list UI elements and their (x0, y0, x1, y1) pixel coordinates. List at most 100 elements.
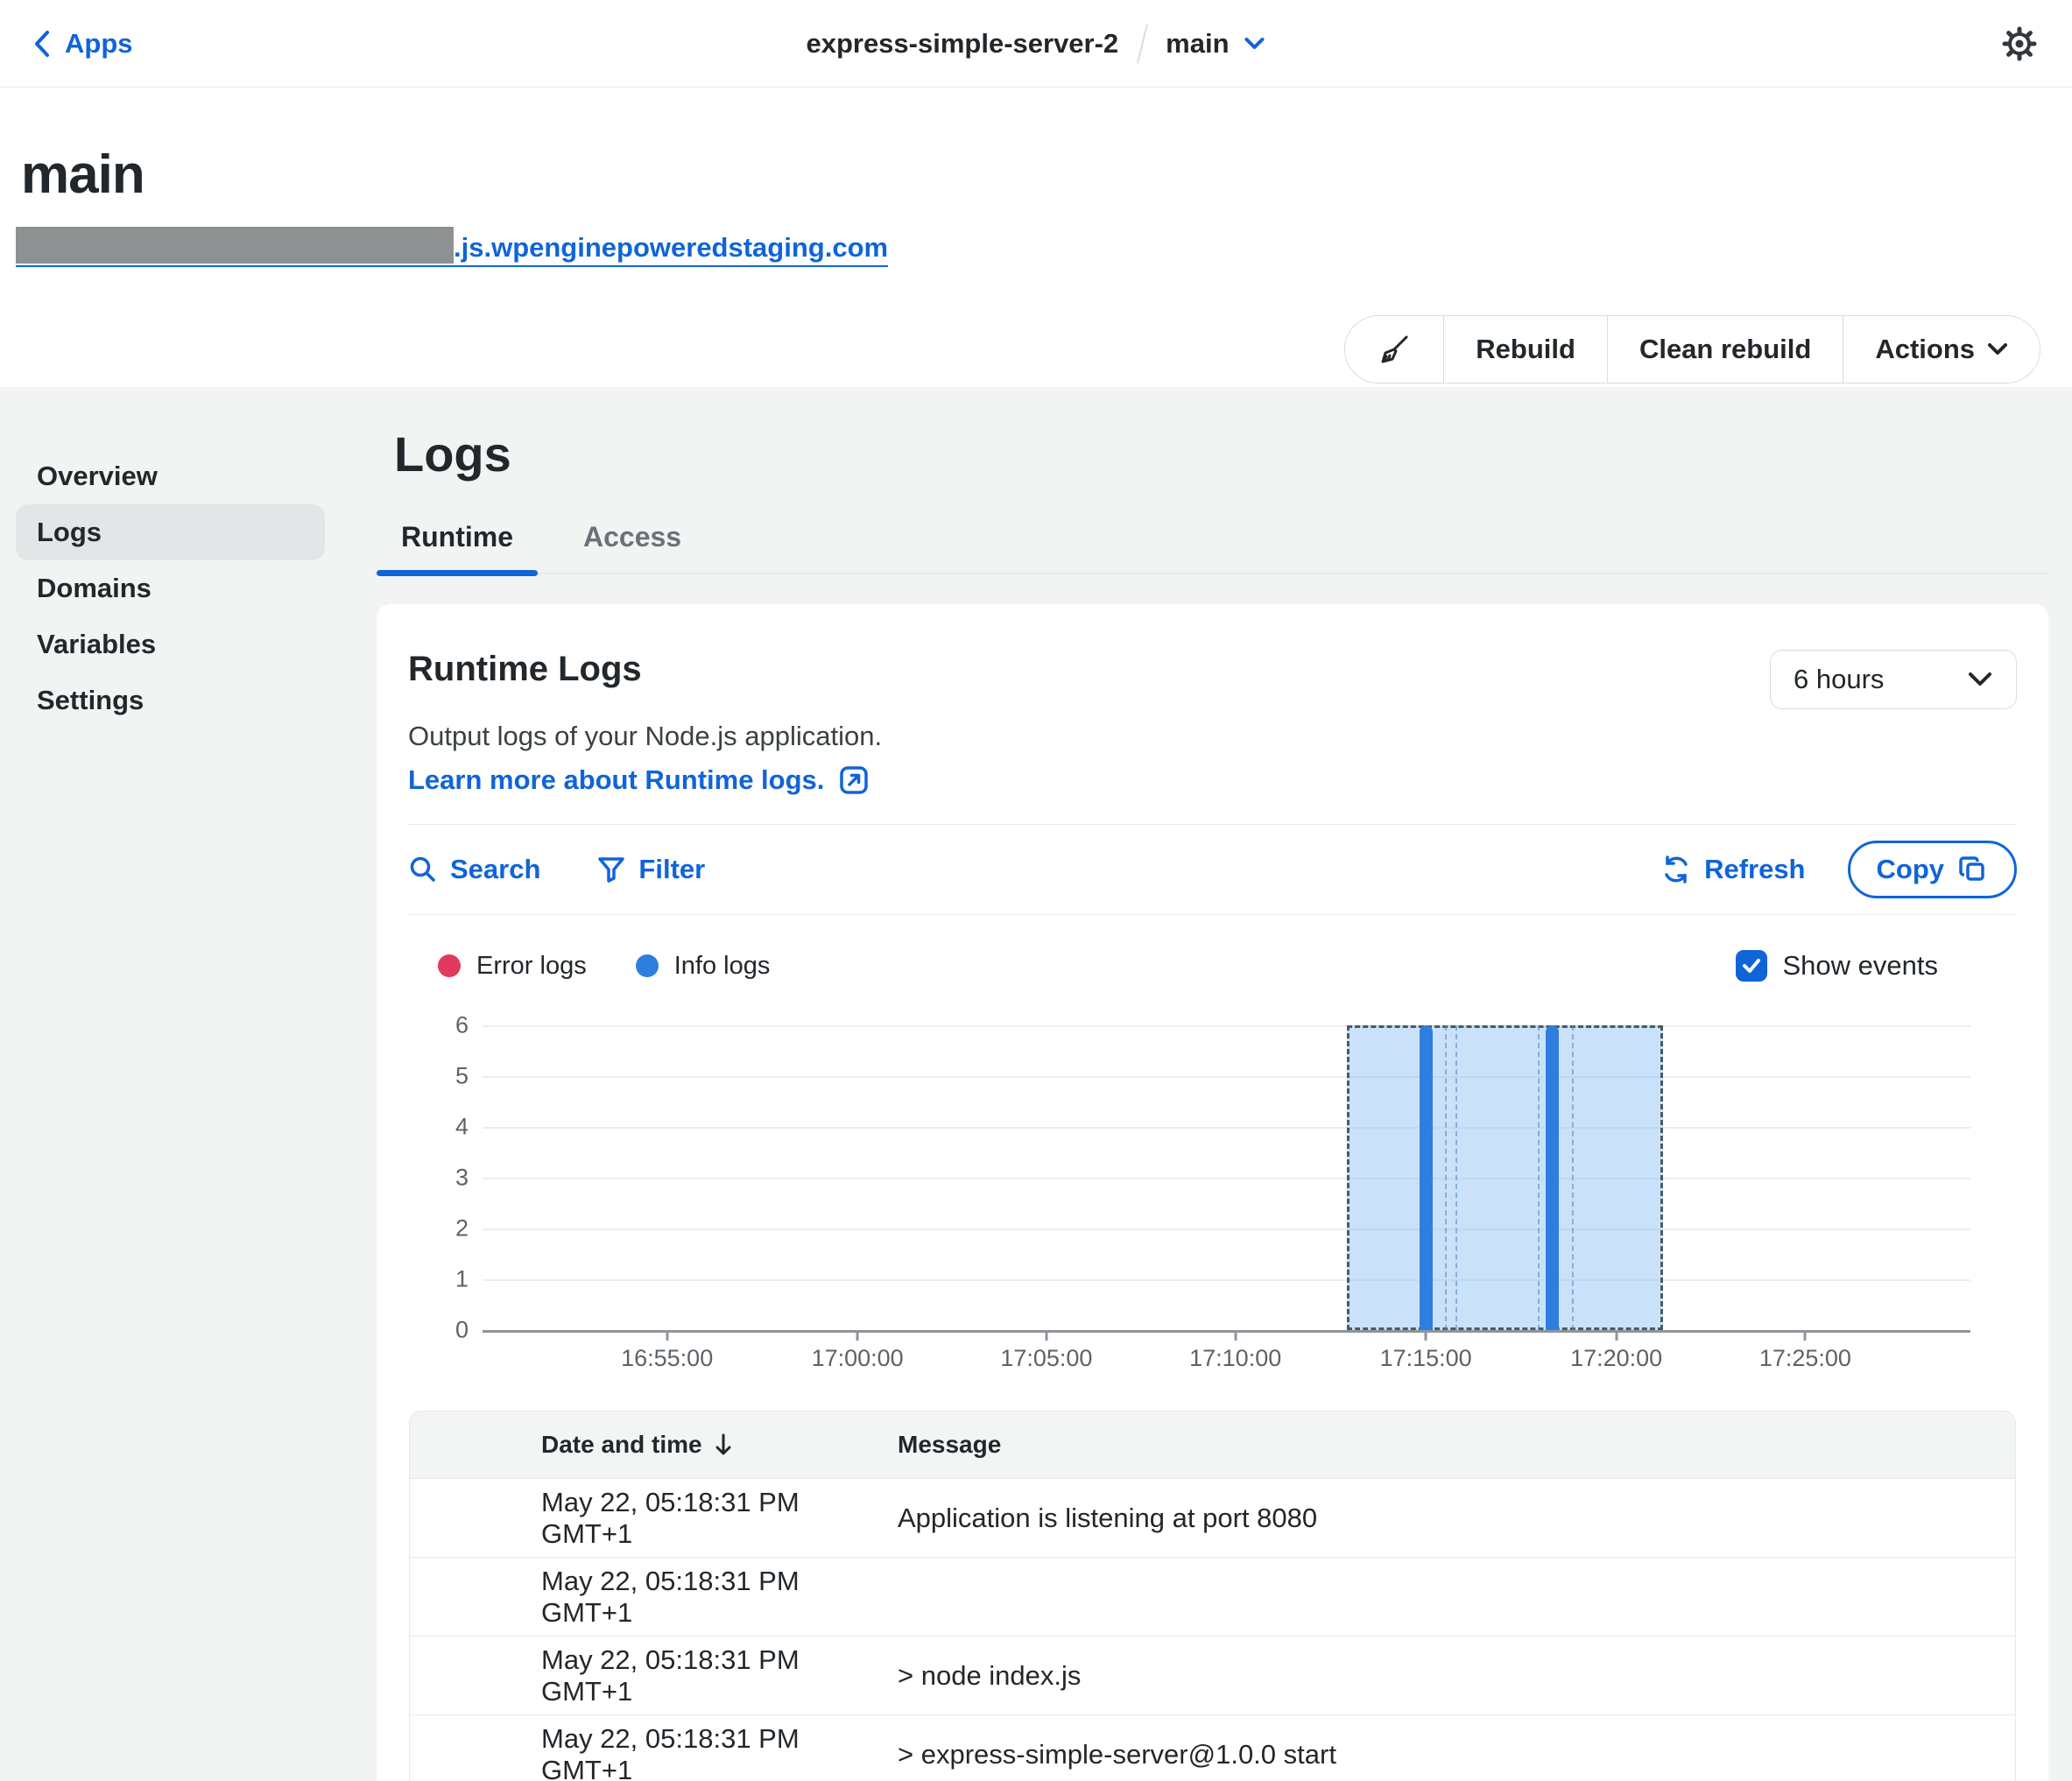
sidebar-item-domains[interactable]: Domains (16, 560, 325, 616)
table-body: May 22, 05:18:31 PM GMT+1Application is … (410, 1478, 2015, 1781)
y-axis-label: 5 (398, 1063, 469, 1090)
rebuild-label: Rebuild (1476, 334, 1575, 365)
legend-item-info-logs: Info logs (636, 952, 771, 981)
chevron-down-icon (1987, 342, 2008, 356)
x-axis-label: 17:00:00 (812, 1345, 904, 1372)
time-range-value: 6 hours (1794, 664, 1884, 695)
log-datetime-cell: May 22, 05:18:31 PM GMT+1 (410, 1566, 898, 1629)
legend-item-error-logs: Error logs (438, 952, 587, 981)
gridline (483, 1076, 1970, 1078)
search-button[interactable]: Search (408, 854, 540, 885)
sort-desc-icon (713, 1433, 734, 1457)
sidebar-item-overview[interactable]: Overview (16, 448, 325, 504)
event-boundary-line (1445, 1025, 1447, 1330)
sweep-button[interactable] (1345, 316, 1443, 383)
table-row: May 22, 05:18:31 PM GMT+1Application is … (410, 1478, 2015, 1557)
log-message-cell: > node index.js (898, 1660, 2015, 1692)
settings-gear-button[interactable] (1998, 23, 2040, 65)
tab-access[interactable]: Access (559, 521, 706, 573)
external-link-icon (838, 764, 870, 796)
gridline (483, 1127, 1970, 1129)
log-datetime-cell: May 22, 05:18:31 PM GMT+1 (410, 1487, 898, 1550)
chart-legend: Error logs Info logs Show events (377, 950, 2048, 982)
back-label: Apps (65, 28, 133, 60)
back-to-apps-link[interactable]: Apps (32, 28, 133, 60)
search-icon (408, 855, 438, 884)
actions-dropdown-button[interactable]: Actions (1843, 316, 2040, 383)
x-axis-tick (1234, 1330, 1237, 1341)
header-actions-group: Rebuild Clean rebuild Actions (1344, 315, 2040, 384)
logs-table: Date and time Message May 22, 05:18:31 P… (409, 1411, 2016, 1781)
logs-heading: Logs (394, 426, 2048, 482)
card-title: Runtime Logs (408, 650, 882, 689)
runtime-logs-chart: 654321016:55:0017:00:0017:05:0017:10:001… (377, 1025, 2048, 1388)
runtime-logs-card: Runtime Logs Output logs of your Node.js… (377, 604, 2048, 1781)
sidebar-item-variables[interactable]: Variables (16, 616, 325, 672)
breadcrumb: express-simple-server-2 main (806, 0, 1265, 87)
content-area: Logs Runtime Access Runtime Logs Output … (377, 387, 2048, 1781)
refresh-icon (1660, 854, 1692, 885)
x-axis-label: 17:05:00 (1000, 1345, 1092, 1372)
log-volume-bar (1420, 1025, 1433, 1330)
table-row: May 22, 05:18:31 PM GMT+1> node index.js (410, 1636, 2015, 1714)
y-axis-label: 0 (398, 1317, 469, 1344)
log-message-cell: Application is listening at port 8080 (898, 1503, 2015, 1534)
x-axis-label: 16:55:00 (621, 1345, 713, 1372)
breadcrumb-divider (1137, 24, 1148, 63)
x-axis-label: 17:10:00 (1189, 1345, 1281, 1372)
show-events-toggle[interactable]: Show events (1736, 950, 1939, 982)
copy-button[interactable]: Copy (1848, 841, 2018, 898)
breadcrumb-app-name: express-simple-server-2 (806, 28, 1118, 60)
filter-button[interactable]: Filter (596, 854, 705, 885)
sidebar-item-settings[interactable]: Settings (16, 672, 325, 729)
rebuild-button[interactable]: Rebuild (1443, 316, 1607, 383)
log-datetime-cell: May 22, 05:18:31 PM GMT+1 (410, 1644, 898, 1707)
event-boundary-line (1572, 1025, 1574, 1330)
x-axis-label: 17:15:00 (1380, 1345, 1472, 1372)
divider (408, 914, 2017, 915)
y-axis-label: 4 (398, 1114, 469, 1141)
x-axis-tick (1804, 1330, 1807, 1341)
y-axis-label: 1 (398, 1266, 469, 1293)
actions-label: Actions (1875, 334, 1975, 365)
log-message-cell: > express-simple-server@1.0.0 start (898, 1739, 2015, 1770)
x-axis-label: 17:25:00 (1759, 1345, 1851, 1372)
branch-selector[interactable]: main (1166, 28, 1265, 60)
log-datetime-cell: May 22, 05:18:31 PM GMT+1 (410, 1723, 898, 1781)
sidebar: Overview Logs Domains Variables Settings (0, 387, 368, 729)
log-volume-bar (1546, 1025, 1559, 1330)
chevron-down-icon (1244, 36, 1266, 52)
column-header-message: Message (898, 1431, 2015, 1459)
gridline (483, 1178, 1970, 1179)
tab-runtime[interactable]: Runtime (377, 521, 538, 573)
x-axis-label: 17:20:00 (1570, 1345, 1662, 1372)
event-boundary-line (1455, 1025, 1457, 1330)
gridline (483, 1025, 1970, 1027)
gridline (483, 1279, 1970, 1281)
top-bar: Apps express-simple-server-2 main (0, 0, 2072, 88)
redaction-box (16, 227, 454, 264)
chart-plot[interactable]: 654321016:55:0017:00:0017:05:0017:10:001… (483, 1025, 1970, 1333)
show-events-checkbox[interactable] (1736, 950, 1767, 982)
logs-toolbar: Search Filter (377, 825, 2048, 914)
learn-more-link[interactable]: Learn more about Runtime logs. (408, 764, 882, 796)
filter-icon (596, 855, 626, 884)
clean-rebuild-label: Clean rebuild (1639, 334, 1811, 365)
y-axis-label: 6 (398, 1012, 469, 1039)
refresh-button[interactable]: Refresh (1660, 854, 1805, 885)
app-url-link[interactable]: .js.wpenginepoweredstaging.com (16, 227, 888, 267)
table-row: May 22, 05:18:31 PM GMT+1> express-simpl… (410, 1714, 2015, 1781)
y-axis-label: 2 (398, 1215, 469, 1242)
sidebar-item-logs[interactable]: Logs (16, 504, 325, 560)
events-selection-region[interactable] (1347, 1025, 1663, 1330)
gear-icon (1998, 23, 2040, 65)
x-axis-tick (666, 1330, 668, 1341)
time-range-select[interactable]: 6 hours (1770, 650, 2017, 709)
y-axis-label: 3 (398, 1165, 469, 1192)
broom-icon (1377, 332, 1412, 367)
clean-rebuild-button[interactable]: Clean rebuild (1607, 316, 1843, 383)
table-row: May 22, 05:18:31 PM GMT+1 (410, 1557, 2015, 1636)
breadcrumb-branch: main (1166, 28, 1229, 60)
page-header: main .js.wpenginepoweredstaging.com Rebu… (0, 144, 2072, 387)
column-header-date[interactable]: Date and time (410, 1431, 898, 1459)
